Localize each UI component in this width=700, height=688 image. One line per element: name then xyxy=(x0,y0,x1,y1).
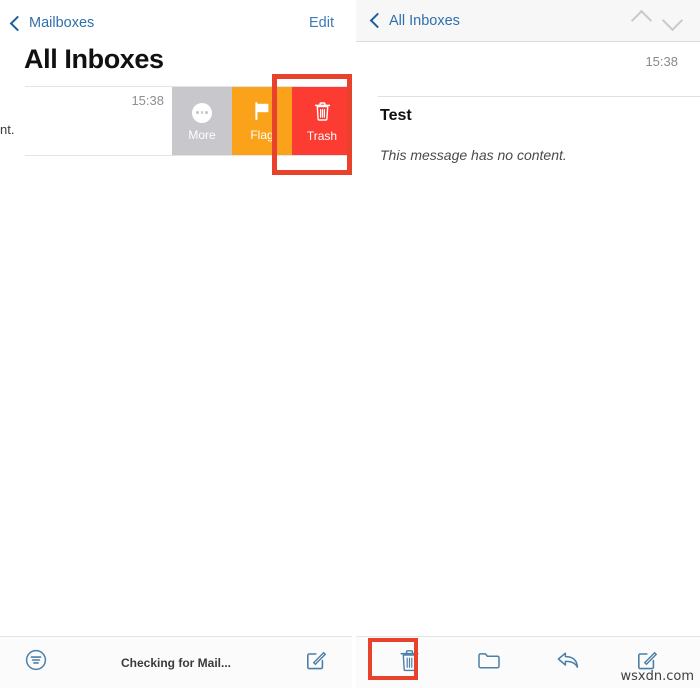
chevron-down-icon[interactable] xyxy=(661,9,684,32)
left-bottom-toolbar: Checking for Mail... xyxy=(0,636,352,688)
edit-button[interactable]: Edit xyxy=(309,15,334,31)
toolbar-reply-button[interactable] xyxy=(548,646,588,680)
app-screen: Mailboxes Edit All Inboxes nt. 15:38 Mor… xyxy=(0,0,700,688)
message-subject: Test xyxy=(380,107,412,124)
message-header-divider xyxy=(378,96,700,97)
trash-icon xyxy=(314,101,331,124)
swipe-more-button[interactable]: More xyxy=(172,87,232,155)
partial-text-fragment: nt. xyxy=(0,122,15,137)
back-to-all-inboxes-label: All Inboxes xyxy=(389,12,460,29)
folder-icon xyxy=(477,650,501,675)
message-timestamp: 15:38 xyxy=(645,54,678,69)
chevron-left-icon xyxy=(9,15,26,31)
trash-icon xyxy=(399,649,420,677)
more-dots-icon xyxy=(192,102,212,123)
message-detail-panel: All Inboxes 15:38 Test This message has … xyxy=(356,0,700,688)
mail-list-row[interactable]: 15:38 More Flag Trash xyxy=(25,86,352,156)
mail-list-panel: Mailboxes Edit All Inboxes nt. 15:38 Mor… xyxy=(0,0,352,688)
compose-button-left[interactable] xyxy=(296,646,336,680)
filter-button[interactable] xyxy=(16,646,56,680)
filter-circle-icon xyxy=(25,649,47,676)
swipe-more-label: More xyxy=(188,127,216,142)
chevron-left-icon xyxy=(369,12,386,29)
back-to-mailboxes-button[interactable]: Mailboxes xyxy=(9,15,95,31)
message-body: This message has no content. xyxy=(380,147,567,163)
compose-icon xyxy=(305,649,327,676)
mail-row-time: 15:38 xyxy=(131,93,164,108)
page-title: All Inboxes xyxy=(24,44,164,74)
watermark: wsxdn.com xyxy=(620,669,695,684)
swipe-trash-label: Trash xyxy=(306,128,338,143)
toolbar-move-button[interactable] xyxy=(469,646,509,680)
left-navigation-bar: Mailboxes Edit xyxy=(0,6,352,40)
back-to-mailboxes-label: Mailboxes xyxy=(29,15,95,31)
swipe-flag-label: Flag xyxy=(250,128,274,142)
swipe-action-group: More Flag Trash xyxy=(172,87,352,155)
toolbar-trash-button[interactable] xyxy=(390,646,430,680)
flag-icon xyxy=(254,102,271,123)
reply-icon xyxy=(556,650,580,675)
chevron-up-icon[interactable] xyxy=(630,9,653,32)
right-navigation-bar: All Inboxes xyxy=(356,0,700,42)
swipe-trash-button[interactable]: Trash xyxy=(292,87,352,155)
back-to-all-inboxes-button[interactable]: All Inboxes xyxy=(369,12,460,29)
swipe-flag-button[interactable]: Flag xyxy=(232,87,292,155)
message-navigation-arrows xyxy=(630,9,684,32)
